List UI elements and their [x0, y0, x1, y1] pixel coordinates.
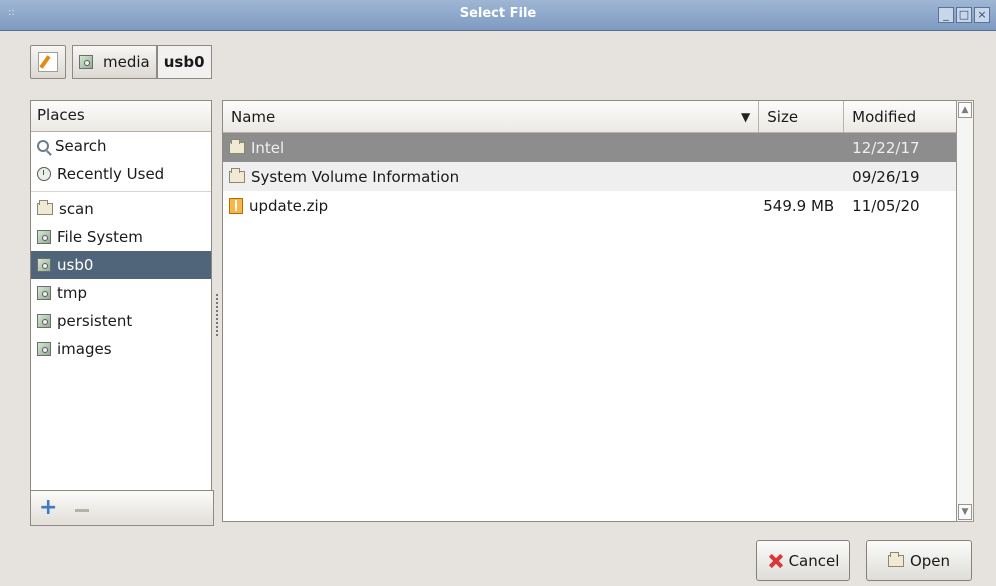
disk-icon [37, 286, 51, 300]
path-button-media[interactable]: media [72, 45, 157, 79]
file-list-scrollbar[interactable]: ▲ ▼ [956, 100, 974, 522]
search-icon [37, 140, 49, 152]
place-file-system[interactable]: File System [31, 223, 211, 251]
file-row-system-volume-information[interactable]: System Volume Information 09/26/19 [223, 162, 957, 191]
column-size[interactable]: Size [759, 101, 845, 132]
maximize-button[interactable]: □ [956, 7, 972, 23]
file-list: Name ▼ Size Modified Intel 12/22/17 Syst… [222, 100, 958, 522]
places-footer: + [30, 490, 214, 526]
open-button[interactable]: Open [866, 540, 972, 581]
file-name: System Volume Information [223, 162, 759, 191]
scroll-up-button[interactable]: ▲ [958, 102, 972, 118]
disk-icon [37, 342, 51, 356]
file-modified: 12/22/17 [852, 138, 920, 157]
column-modified[interactable]: Modified [844, 101, 957, 132]
disk-icon [37, 230, 51, 244]
pencil-icon [38, 52, 58, 72]
place-images[interactable]: images [31, 335, 211, 363]
folder-icon [887, 551, 904, 567]
remove-place-icon[interactable] [75, 508, 90, 512]
folder-icon [229, 167, 245, 183]
place-search[interactable]: Search [31, 132, 211, 160]
places-panel: Places Search Recently Used scan File Sy… [30, 100, 212, 522]
file-modified: 09/26/19 [852, 167, 920, 186]
places-header[interactable]: Places [31, 101, 211, 132]
folder-icon [229, 138, 245, 154]
file-name: update.zip [223, 191, 759, 220]
path-buttons: media usb0 [72, 45, 212, 79]
pane-splitter[interactable] [216, 294, 220, 336]
file-list-header: Name ▼ Size Modified [223, 101, 957, 133]
path-button-label: usb0 [163, 53, 205, 71]
disk-icon [37, 258, 51, 272]
file-size [759, 162, 844, 191]
title-bar: :: Select File _ □ × [0, 0, 996, 31]
add-place-icon[interactable]: + [39, 497, 57, 519]
place-usb0[interactable]: usb0 [31, 251, 211, 279]
sort-arrow-icon: ▼ [741, 109, 751, 124]
disk-icon [37, 314, 51, 328]
path-bar: media usb0 [30, 45, 212, 79]
folder-icon [37, 200, 53, 215]
place-recently-used[interactable]: Recently Used [31, 160, 211, 188]
minimize-button[interactable]: _ [938, 7, 954, 23]
file-size: 549.9 MB [763, 196, 835, 215]
cancel-icon [767, 553, 783, 569]
path-button-usb0[interactable]: usb0 [156, 45, 212, 79]
place-persistent[interactable]: persistent [31, 307, 211, 335]
file-dialog: :: Select File _ □ × media usb0 Places S… [0, 0, 996, 586]
window-controls: _ □ × [938, 7, 990, 23]
scroll-down-button[interactable]: ▼ [958, 504, 972, 520]
column-name[interactable]: Name ▼ [223, 101, 760, 132]
edit-location-button[interactable] [30, 45, 66, 79]
place-scan[interactable]: scan [31, 195, 211, 223]
window-title: Select File [459, 6, 537, 21]
recent-icon [37, 167, 51, 181]
cancel-button[interactable]: Cancel [756, 540, 850, 581]
zip-file-icon [229, 197, 243, 214]
file-size [759, 133, 844, 162]
close-button[interactable]: × [974, 7, 990, 23]
file-name: Intel [223, 133, 759, 162]
places-separator [31, 191, 211, 192]
file-row-update-zip[interactable]: update.zip 549.9 MB 11/05/20 [223, 191, 957, 220]
disk-icon [79, 55, 93, 69]
file-modified: 11/05/20 [852, 196, 920, 215]
path-button-label: media [103, 53, 150, 71]
file-row-intel[interactable]: Intel 12/22/17 [223, 133, 957, 162]
place-tmp[interactable]: tmp [31, 279, 211, 307]
